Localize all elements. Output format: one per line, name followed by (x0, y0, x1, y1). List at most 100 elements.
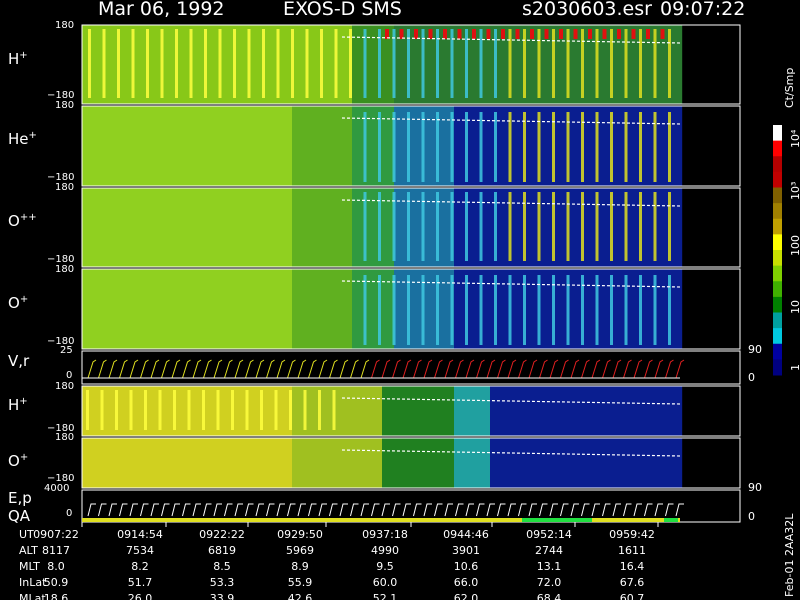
spectrogram-column (274, 269, 281, 349)
colorbar-swatch (773, 250, 782, 267)
spectrogram-streak (508, 192, 512, 261)
spectrogram-column (322, 188, 329, 267)
spectrogram-column (430, 188, 437, 267)
spectrogram-column (184, 188, 191, 267)
spectrogram-streak (289, 390, 292, 430)
spectrogram-column (310, 25, 317, 104)
spectrogram-column (166, 269, 173, 349)
ephemeris-cell: 8.9 (291, 560, 309, 573)
spectrogram-column (262, 188, 269, 267)
spectrogram-column (262, 106, 269, 186)
ephemeris-cell: 4990 (371, 544, 399, 557)
spectrogram-column (622, 438, 629, 488)
spectrogram-streak (436, 275, 439, 345)
spectrogram-column (400, 188, 407, 267)
spectrogram-column (142, 269, 149, 349)
spectrogram-column (562, 438, 569, 488)
ephemeris-cell: 8117 (42, 544, 70, 557)
spectrogram-column (310, 386, 317, 436)
spectrogram-column (580, 438, 587, 488)
spectrogram-column (226, 106, 233, 186)
spectrogram-streak (392, 29, 396, 98)
spectrogram-streak (144, 390, 147, 430)
spectrogram-column (316, 106, 323, 186)
spectrogram-column (400, 386, 407, 436)
spectrogram-column (232, 438, 239, 488)
spectrogram-column (400, 269, 407, 349)
spectrogram-column (526, 386, 533, 436)
spectrogram-column (202, 188, 209, 267)
spectrogram-streak (320, 29, 323, 98)
spectrogram-column (412, 386, 419, 436)
spectrogram-column (538, 438, 545, 488)
spectrogram-column (412, 438, 419, 488)
spectrogram-column (232, 106, 239, 186)
spectrogram-column (160, 438, 167, 488)
ephemeris-cell: 13.1 (536, 560, 562, 573)
spectrogram-column (94, 386, 101, 436)
ephemeris-cell: 0914:54 (117, 528, 163, 541)
spectrogram-streak (407, 112, 410, 182)
spectrogram-column (448, 386, 455, 436)
spectrogram-streak (216, 390, 220, 430)
spectrogram-column (136, 438, 143, 488)
spectrogram-column (382, 438, 389, 488)
spectrogram-column (214, 438, 221, 488)
spectrogram-streak (407, 192, 410, 261)
spectrogram-column (208, 106, 215, 186)
colorbar-swatch (773, 203, 782, 220)
spectrogram-column (400, 438, 407, 488)
spectrogram-column (556, 269, 563, 349)
colorbar-swatch (773, 343, 782, 360)
spectrogram-column (148, 438, 155, 488)
spectrogram-streak (349, 29, 352, 98)
spectrogram-column (148, 106, 155, 186)
spectrogram-column (136, 188, 143, 267)
colorbar-swatch (773, 234, 782, 251)
panel-label-o-plus-2: O+ (8, 452, 29, 470)
spectrogram-column (106, 438, 113, 488)
spectrogram-column (124, 188, 131, 267)
spectrogram-column (544, 438, 551, 488)
spectrogram-column (652, 386, 659, 436)
spectrogram-column (634, 386, 641, 436)
spectrogram-column (280, 269, 287, 349)
spectrogram-column (466, 386, 473, 436)
spectrogram-column (616, 386, 623, 436)
spectrogram-column (472, 269, 479, 349)
spectrogram-column (658, 188, 665, 267)
spectrogram-column (100, 269, 107, 349)
spectrogram-column (646, 188, 653, 267)
spectrogram-streak (653, 275, 657, 345)
spectrogram-column (226, 25, 233, 104)
spectrogram-column (652, 438, 659, 488)
ephemeris-cell: 53.3 (209, 576, 235, 589)
spectrogram-column (370, 438, 377, 488)
spectrogram-column (130, 269, 137, 349)
spectrogram-column (586, 188, 593, 267)
spectrogram-streak (363, 275, 367, 345)
spectrogram-column (502, 438, 509, 488)
ephemeris-cell: 42.6 (287, 592, 313, 600)
spectrogram-streak (494, 112, 497, 182)
spectrogram-column (442, 188, 449, 267)
spectrogram-column (106, 386, 113, 436)
spectrogram-column (508, 438, 515, 488)
spectrogram-column (616, 106, 623, 186)
spectrogram-column (382, 188, 389, 267)
spectrogram-column (292, 106, 299, 186)
spectrogram-column (472, 188, 479, 267)
spectrogram-column (232, 269, 239, 349)
spectrogram-streak (86, 390, 89, 430)
spectrogram-streak (363, 192, 367, 261)
spectrogram-column (628, 106, 635, 186)
spectrogram-column (460, 438, 467, 488)
spectrogram-streak (581, 192, 584, 261)
spectrogram-column (544, 269, 551, 349)
spectrogram-column (388, 386, 395, 436)
spectrogram-column (118, 438, 125, 488)
spectrogram-column (238, 106, 245, 186)
spectrogram-column (160, 269, 167, 349)
spectrogram-column (148, 188, 155, 267)
spectrogram-column (256, 188, 263, 267)
